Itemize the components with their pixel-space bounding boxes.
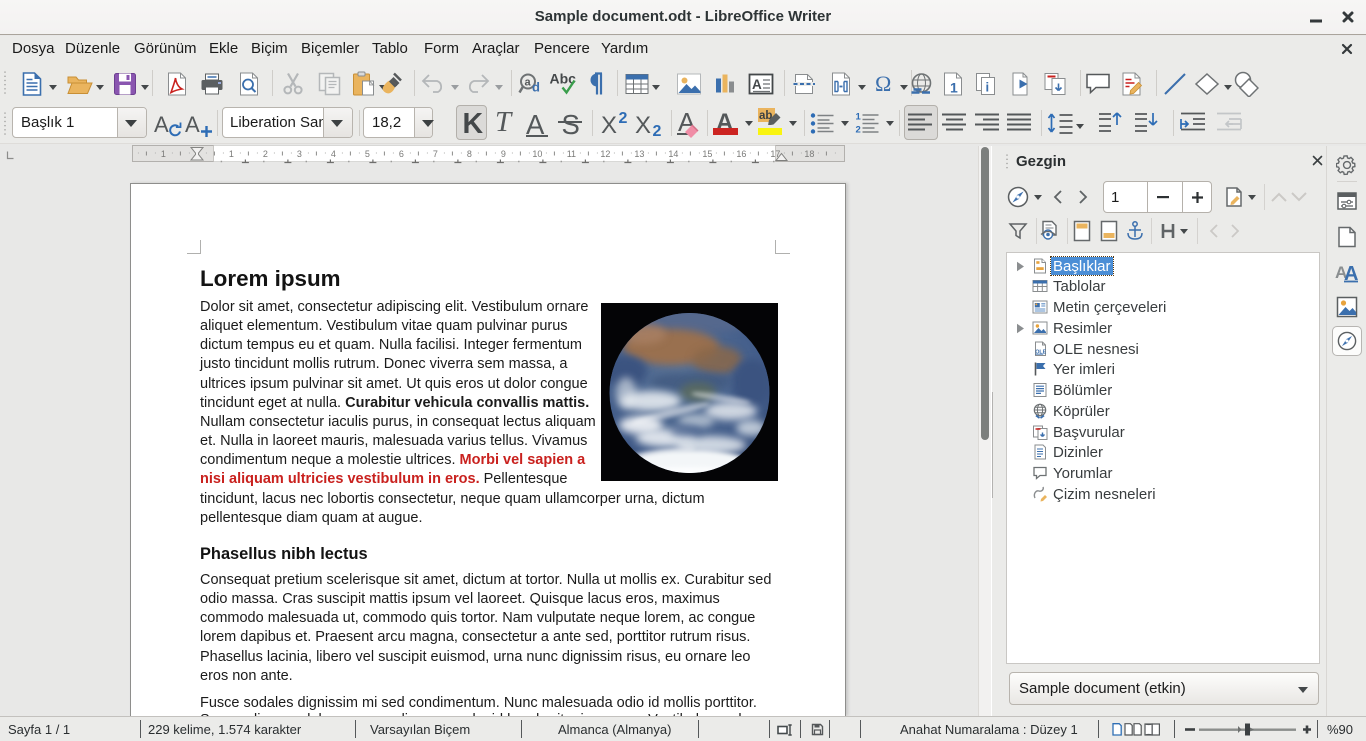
svg-text:Ω: Ω	[875, 72, 891, 96]
svg-text:1: 1	[229, 149, 234, 159]
svg-text:d: d	[532, 80, 540, 95]
svg-text:2: 2	[263, 149, 268, 159]
svg-text:A: A	[1344, 263, 1358, 283]
svg-text:14: 14	[668, 149, 678, 159]
svg-text:a: a	[525, 77, 532, 89]
svg-text:1: 1	[161, 149, 166, 159]
svg-text:15: 15	[702, 149, 712, 159]
svg-text:5: 5	[365, 149, 370, 159]
svg-text:13: 13	[634, 149, 644, 159]
svg-text:1: 1	[950, 80, 958, 96]
svg-text:2: 2	[856, 124, 861, 133]
svg-text:4: 4	[331, 149, 336, 159]
svg-text:11: 11	[567, 149, 576, 159]
svg-text:12: 12	[600, 149, 610, 159]
svg-text:10: 10	[532, 149, 542, 159]
svg-text:7: 7	[433, 149, 438, 159]
svg-text:16: 16	[736, 149, 746, 159]
svg-text:8: 8	[467, 149, 472, 159]
svg-text:9: 9	[501, 149, 506, 159]
svg-text:i: i	[986, 80, 990, 95]
svg-text:3: 3	[297, 149, 302, 159]
svg-text:1: 1	[856, 112, 862, 122]
svg-text:18: 18	[804, 149, 814, 159]
svg-text:A: A	[752, 77, 762, 92]
svg-text:6: 6	[399, 149, 404, 159]
